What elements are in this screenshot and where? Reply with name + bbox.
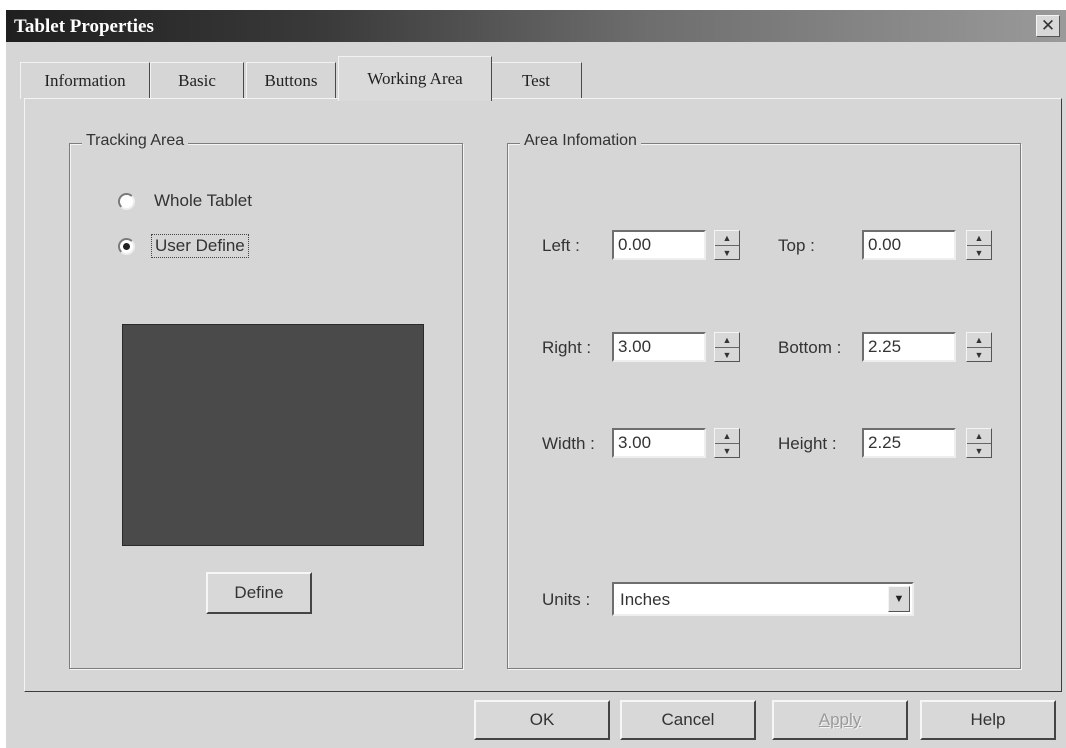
spin-up-icon[interactable]: ▲ — [967, 231, 991, 245]
units-label: Units : — [542, 590, 591, 609]
spin-down-icon[interactable]: ▼ — [715, 347, 739, 362]
button-label: Cancel — [661, 710, 715, 729]
spin-up-icon[interactable]: ▲ — [715, 429, 739, 443]
left-label: Left : — [542, 236, 580, 255]
tab-information[interactable]: Information — [20, 62, 150, 99]
button-label: OK — [529, 710, 555, 729]
right-label: Right : — [542, 338, 592, 357]
spin-down-icon[interactable]: ▼ — [715, 245, 739, 260]
tab-working-area[interactable]: Working Area — [338, 56, 492, 101]
whole-tablet-radio[interactable]: Whole Tablet — [118, 190, 255, 212]
tab-basic[interactable]: Basic — [150, 62, 244, 99]
width-spinner[interactable]: ▲ ▼ — [714, 428, 740, 458]
button-label: Help — [970, 710, 1006, 729]
tab-test[interactable]: Test — [490, 62, 582, 99]
spin-up-icon[interactable]: ▲ — [715, 333, 739, 347]
radio-label: User Define — [151, 234, 249, 258]
top-label: Top : — [778, 236, 815, 255]
tracking-area-group: Tracking Area Whole Tablet User Define D… — [69, 132, 463, 669]
top-spinner[interactable]: ▲ ▼ — [966, 230, 992, 260]
group-title: Tracking Area — [82, 132, 189, 150]
define-button[interactable]: Define — [206, 572, 312, 614]
close-button[interactable]: ✕ — [1036, 15, 1060, 37]
button-label: Apply — [818, 710, 862, 729]
spin-down-icon[interactable]: ▼ — [967, 443, 991, 458]
height-spinner[interactable]: ▲ ▼ — [966, 428, 992, 458]
area-information-group: Area Infomation Left : 0.00 ▲ ▼ Top : 0.… — [507, 132, 1021, 669]
tablet-properties-dialog: Tablet Properties ✕ Information Basic Bu… — [6, 10, 1066, 748]
ok-button[interactable]: OK — [474, 700, 610, 740]
radio-label: Whole Tablet — [154, 191, 252, 210]
left-spinner[interactable]: ▲ ▼ — [714, 230, 740, 260]
top-input[interactable]: 0.00 — [862, 230, 956, 260]
radio-button-icon[interactable] — [118, 192, 135, 210]
bottom-spinner[interactable]: ▲ ▼ — [966, 332, 992, 362]
group-title: Area Infomation — [520, 132, 641, 150]
button-label: Define — [234, 583, 284, 602]
user-define-radio[interactable]: User Define — [118, 234, 249, 258]
radio-button-checked-icon[interactable] — [118, 237, 135, 255]
spin-down-icon[interactable]: ▼ — [967, 245, 991, 260]
units-select[interactable]: Inches ▼ — [612, 582, 914, 616]
spin-up-icon[interactable]: ▲ — [967, 333, 991, 347]
height-input[interactable]: 2.25 — [862, 428, 956, 458]
width-label: Width : — [542, 434, 595, 453]
width-input[interactable]: 3.00 — [612, 428, 706, 458]
working-area-panel: Tracking Area Whole Tablet User Define D… — [24, 98, 1062, 692]
tab-label: Test — [521, 71, 551, 90]
title-bar[interactable]: Tablet Properties ✕ — [6, 10, 1066, 42]
tab-label: Information — [44, 71, 126, 90]
bottom-label: Bottom : — [778, 338, 842, 357]
spin-up-icon[interactable]: ▲ — [715, 231, 739, 245]
spin-up-icon[interactable]: ▲ — [967, 429, 991, 443]
tab-label: Basic — [178, 71, 216, 90]
right-spinner[interactable]: ▲ ▼ — [714, 332, 740, 362]
tab-label: Buttons — [264, 71, 318, 90]
height-label: Height : — [778, 434, 837, 453]
dropdown-arrow-icon[interactable]: ▼ — [888, 586, 910, 612]
spin-down-icon[interactable]: ▼ — [715, 443, 739, 458]
tracking-area-preview — [122, 324, 424, 546]
left-input[interactable]: 0.00 — [612, 230, 706, 260]
right-input[interactable]: 3.00 — [612, 332, 706, 362]
tab-label: Working Area — [367, 69, 463, 88]
help-button[interactable]: Help — [920, 700, 1056, 740]
tab-buttons[interactable]: Buttons — [246, 62, 336, 99]
cancel-button[interactable]: Cancel — [620, 700, 756, 740]
apply-button[interactable]: Apply — [772, 700, 908, 740]
spin-down-icon[interactable]: ▼ — [967, 347, 991, 362]
units-value: Inches — [620, 590, 671, 609]
close-icon: ✕ — [1040, 16, 1056, 35]
window-title: Tablet Properties — [14, 16, 154, 37]
bottom-input[interactable]: 2.25 — [862, 332, 956, 362]
